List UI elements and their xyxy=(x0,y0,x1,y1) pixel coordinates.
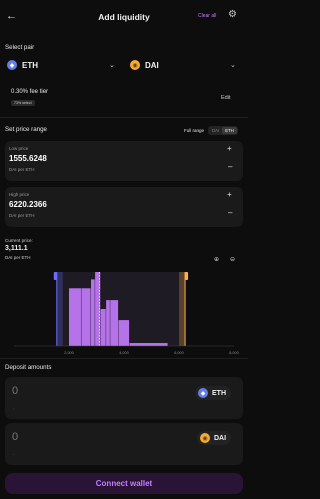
full-range-button[interactable]: Full range xyxy=(184,128,204,133)
liquidity-bar xyxy=(129,343,168,346)
x-tick-label: 4,000 xyxy=(119,351,129,355)
zoom-out-icon[interactable]: ⊖ xyxy=(230,256,235,263)
high-price-unit: DAI per ETH xyxy=(9,213,35,218)
high-price-value[interactable]: 6220.2366 xyxy=(9,200,47,209)
liquidity-bar xyxy=(91,279,95,346)
deposit-token-a-usd: - xyxy=(13,405,15,410)
liquidity-bar xyxy=(106,300,110,346)
eth-logo-icon: ◆ xyxy=(7,60,17,70)
fee-select-badge: 73% select xyxy=(11,100,35,106)
dai-logo-icon: ◉ xyxy=(130,60,140,70)
range-low-handle[interactable] xyxy=(53,272,57,280)
deposit-token-b-pill: ◉ DAI xyxy=(197,431,232,445)
select-pair-label: Select pair xyxy=(5,44,35,51)
divider xyxy=(0,358,248,359)
dai-logo-icon: ◉ xyxy=(200,433,210,443)
denomination-toggle[interactable]: DAI ETH xyxy=(208,126,238,135)
chevron-down-icon[interactable]: ⌄ xyxy=(109,61,115,69)
chevron-down-icon[interactable]: ⌄ xyxy=(230,61,236,69)
zoom-in-icon[interactable]: ⊕ xyxy=(214,256,219,263)
liquidity-bar xyxy=(118,320,130,346)
low-price-unit: DAI per ETH xyxy=(9,167,35,172)
liquidity-chart[interactable]: 2,000 4,000 6,000 8,000 xyxy=(4,266,244,358)
liquidity-bar xyxy=(81,288,91,346)
deposit-token-b-symbol: DAI xyxy=(214,434,227,442)
range-high-handle[interactable] xyxy=(185,272,189,280)
deposit-token-a-card: 0 - ◆ ETH xyxy=(5,377,243,419)
range-high-shade xyxy=(179,272,186,346)
divider xyxy=(0,117,248,118)
high-price-label: High price xyxy=(9,192,30,197)
price-range-label: Set price range xyxy=(5,126,47,133)
low-price-label: Low price xyxy=(9,146,29,151)
current-price-label: Current price: xyxy=(5,238,33,243)
low-price-card: Low price 1555.6248 DAI per ETH + – xyxy=(5,141,243,181)
deposit-token-b-card: 0 - ◉ DAI xyxy=(5,423,243,465)
deposit-token-b-usd: - xyxy=(13,451,15,456)
high-price-decrement-button[interactable]: – xyxy=(228,208,232,217)
x-tick-label: 8,000 xyxy=(229,351,239,355)
range-controls: Full range DAI ETH xyxy=(184,126,238,135)
low-price-decrement-button[interactable]: – xyxy=(228,162,232,171)
fee-tier-label: 0.30% fee tier xyxy=(11,89,49,95)
range-low-shade xyxy=(56,272,63,346)
high-price-increment-button[interactable]: + xyxy=(227,190,232,199)
deposit-token-a-symbol: ETH xyxy=(212,389,226,397)
clear-all-button[interactable]: Clear all xyxy=(198,13,216,19)
liquidity-bar xyxy=(100,309,106,346)
liquidity-bar xyxy=(110,300,119,346)
edit-fee-button[interactable]: Edit xyxy=(221,95,230,101)
eth-logo-icon: ◆ xyxy=(198,388,208,398)
current-price-unit: DAI per ETH xyxy=(5,255,31,260)
x-tick-label: 6,000 xyxy=(174,351,184,355)
deposit-token-a-pill: ◆ ETH xyxy=(195,386,231,400)
deposit-token-a-input[interactable]: 0 xyxy=(12,385,18,397)
high-price-card: High price 6220.2366 DAI per ETH + – xyxy=(5,187,243,227)
token-b-selector[interactable]: ◉ DAI xyxy=(130,60,159,70)
token-b-symbol: DAI xyxy=(145,60,159,70)
token-a-symbol: ETH xyxy=(22,60,38,70)
deposit-token-b-input[interactable]: 0 xyxy=(12,431,18,443)
connect-wallet-button[interactable]: Connect wallet xyxy=(5,473,243,494)
toggle-dai[interactable]: DAI xyxy=(209,127,222,134)
deposit-amounts-label: Deposit amounts xyxy=(5,364,52,371)
toggle-eth[interactable]: ETH xyxy=(222,127,237,134)
gear-icon[interactable]: ⚙ xyxy=(228,9,237,20)
current-price-value: 3,111.1 xyxy=(5,245,28,252)
liquidity-bar xyxy=(69,288,81,346)
low-price-increment-button[interactable]: + xyxy=(227,144,232,153)
x-tick-label: 2,000 xyxy=(64,351,74,355)
low-price-value[interactable]: 1555.6248 xyxy=(9,154,47,163)
token-a-selector[interactable]: ◆ ETH xyxy=(7,60,38,70)
